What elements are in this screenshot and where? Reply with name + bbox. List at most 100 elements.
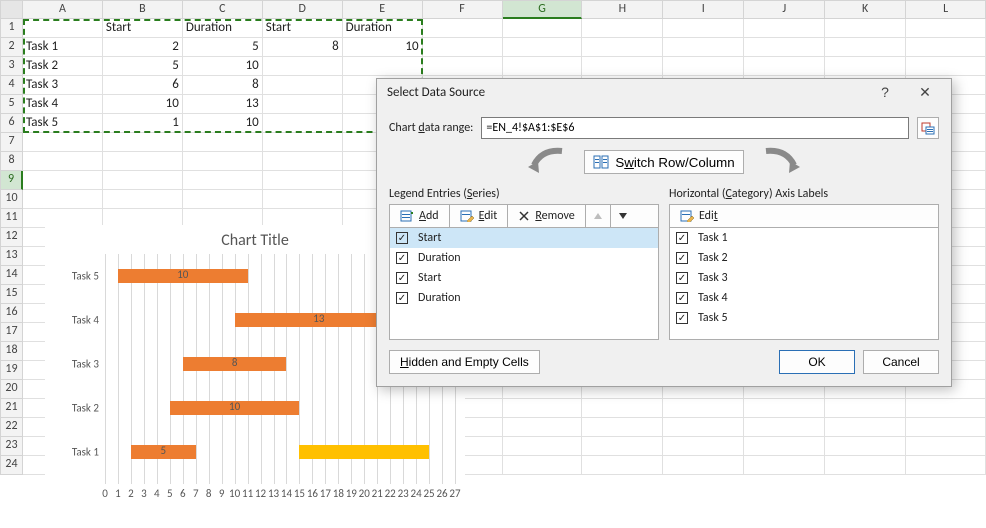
collapse-dialog-button[interactable] <box>917 117 939 139</box>
cell[interactable] <box>23 171 103 190</box>
cell[interactable] <box>906 57 986 76</box>
cell[interactable] <box>744 437 825 456</box>
column-header[interactable]: K <box>825 0 906 19</box>
cell[interactable]: Task 1 <box>23 38 103 57</box>
cell[interactable] <box>503 19 583 38</box>
column-header[interactable]: B <box>103 0 183 19</box>
cell[interactable] <box>825 38 906 57</box>
ok-button[interactable]: OK <box>779 350 855 374</box>
cell[interactable] <box>663 456 744 475</box>
row-header[interactable]: 5 <box>0 95 23 114</box>
column-header[interactable]: G <box>503 0 583 19</box>
cell[interactable]: 10 <box>183 114 263 133</box>
list-item[interactable]: ✓Task 1 <box>670 228 938 248</box>
cell[interactable] <box>103 190 183 209</box>
column-header[interactable]: A <box>23 0 103 19</box>
row-header[interactable]: 16 <box>0 304 23 323</box>
row-header[interactable]: 7 <box>0 133 23 152</box>
checkbox[interactable]: ✓ <box>396 292 408 304</box>
list-item[interactable]: ✓Start <box>390 268 658 288</box>
cell[interactable]: Task 3 <box>23 76 103 95</box>
checkbox[interactable]: ✓ <box>676 252 688 264</box>
column-header[interactable]: D <box>263 0 343 19</box>
list-item[interactable]: ✓Duration <box>390 288 658 308</box>
cell[interactable] <box>183 171 263 190</box>
row-header[interactable]: 14 <box>0 266 23 285</box>
cell[interactable] <box>503 57 583 76</box>
select-all-corner[interactable] <box>0 0 23 19</box>
checkbox[interactable]: ✓ <box>676 312 688 324</box>
cell[interactable]: Task 5 <box>23 114 103 133</box>
checkbox[interactable]: ✓ <box>676 292 688 304</box>
cell[interactable] <box>263 133 343 152</box>
cell[interactable]: 6 <box>103 76 183 95</box>
category-listbox[interactable]: ✓Task 1✓Task 2✓Task 3✓Task 4✓Task 5 <box>669 228 939 340</box>
cell[interactable] <box>744 38 825 57</box>
cell[interactable] <box>582 19 663 38</box>
cell[interactable] <box>825 399 906 418</box>
column-header[interactable]: J <box>744 0 825 19</box>
cell[interactable] <box>263 76 343 95</box>
row-header[interactable]: 15 <box>0 285 23 304</box>
cell[interactable] <box>825 19 906 38</box>
cell[interactable] <box>906 437 986 456</box>
row-header[interactable]: 13 <box>0 247 23 266</box>
row-header[interactable]: 9 <box>0 171 23 190</box>
column-header[interactable]: C <box>183 0 263 19</box>
cell[interactable] <box>825 456 906 475</box>
cell[interactable] <box>744 418 825 437</box>
remove-series-button[interactable]: Remove <box>508 205 585 227</box>
row-header[interactable]: 1 <box>0 19 23 38</box>
row-header[interactable]: 3 <box>0 57 23 76</box>
cell[interactable]: 13 <box>183 95 263 114</box>
cancel-button[interactable]: Cancel <box>863 350 939 374</box>
cell[interactable] <box>744 57 825 76</box>
row-header[interactable]: 2 <box>0 38 23 57</box>
cell[interactable] <box>183 190 263 209</box>
list-item[interactable]: ✓Start <box>390 228 658 248</box>
cell[interactable] <box>582 57 663 76</box>
cell[interactable] <box>582 456 663 475</box>
cell[interactable]: Task 2 <box>23 57 103 76</box>
move-series-down-button[interactable] <box>611 205 635 227</box>
list-item[interactable]: ✓Task 3 <box>670 268 938 288</box>
cell[interactable] <box>103 171 183 190</box>
chart-data-range-input[interactable] <box>481 117 909 139</box>
cell[interactable]: 2 <box>103 38 183 57</box>
cell[interactable]: Duration <box>183 19 263 38</box>
cell[interactable]: 8 <box>183 76 263 95</box>
cell[interactable] <box>503 399 583 418</box>
cell[interactable] <box>263 171 343 190</box>
checkbox[interactable]: ✓ <box>396 232 408 244</box>
cell[interactable] <box>23 190 103 209</box>
cell[interactable] <box>744 399 825 418</box>
cell[interactable] <box>825 437 906 456</box>
cell[interactable]: Start <box>263 19 343 38</box>
cell[interactable] <box>23 152 103 171</box>
cell[interactable] <box>906 19 986 38</box>
checkbox[interactable]: ✓ <box>396 272 408 284</box>
cell[interactable] <box>744 456 825 475</box>
cell[interactable] <box>503 456 583 475</box>
cell[interactable] <box>503 38 583 57</box>
chart-bar[interactable]: 10 <box>118 269 248 283</box>
cell[interactable] <box>263 57 343 76</box>
row-header[interactable]: 21 <box>0 399 23 418</box>
cell[interactable]: 5 <box>183 38 263 57</box>
help-button[interactable]: ? <box>865 79 905 107</box>
cell[interactable] <box>744 19 825 38</box>
row-header[interactable]: 22 <box>0 418 23 437</box>
row-header[interactable]: 19 <box>0 361 23 380</box>
cell[interactable] <box>906 399 986 418</box>
cell[interactable] <box>423 19 503 38</box>
cell[interactable] <box>663 418 744 437</box>
checkbox[interactable]: ✓ <box>676 272 688 284</box>
hidden-empty-cells-button[interactable]: Hidden and Empty Cells <box>389 350 540 374</box>
cell[interactable]: 10 <box>343 38 423 57</box>
row-header[interactable]: 20 <box>0 380 23 399</box>
cell[interactable] <box>663 38 744 57</box>
cell[interactable] <box>23 133 103 152</box>
row-header[interactable]: 17 <box>0 323 23 342</box>
chart-bar[interactable]: 5 <box>131 445 196 459</box>
series-listbox[interactable]: ✓Start✓Duration✓Start✓Duration <box>389 228 659 340</box>
